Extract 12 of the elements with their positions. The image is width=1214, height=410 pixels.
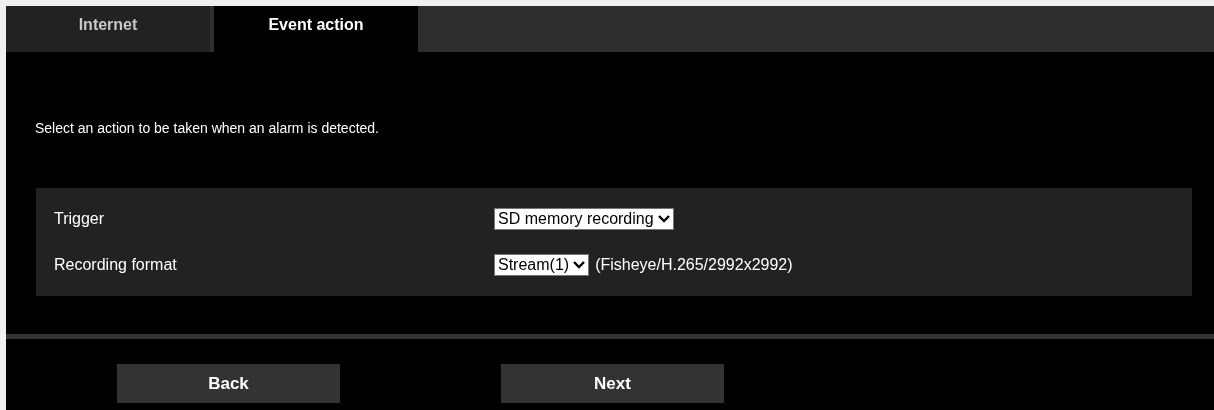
nav-button[interactable]: Back <box>117 364 340 403</box>
tab[interactable]: Event action <box>214 6 418 52</box>
setting-label: Recording format <box>53 256 178 274</box>
chevron-icon <box>657 215 670 223</box>
format-note: (Fisheye/H.265/2992x2992) <box>595 256 793 274</box>
setting-label: Trigger <box>53 210 106 228</box>
tab[interactable]: Internet <box>6 6 210 52</box>
instruction-text: Select an action to be taken when an alarm is detected. <box>35 120 380 136</box>
dropdown[interactable]: Stream(1) <box>494 254 590 276</box>
nav-button[interactable]: Next <box>501 364 724 403</box>
dropdown[interactable]: SD memory recording <box>494 208 674 230</box>
chevron-icon <box>573 261 586 269</box>
